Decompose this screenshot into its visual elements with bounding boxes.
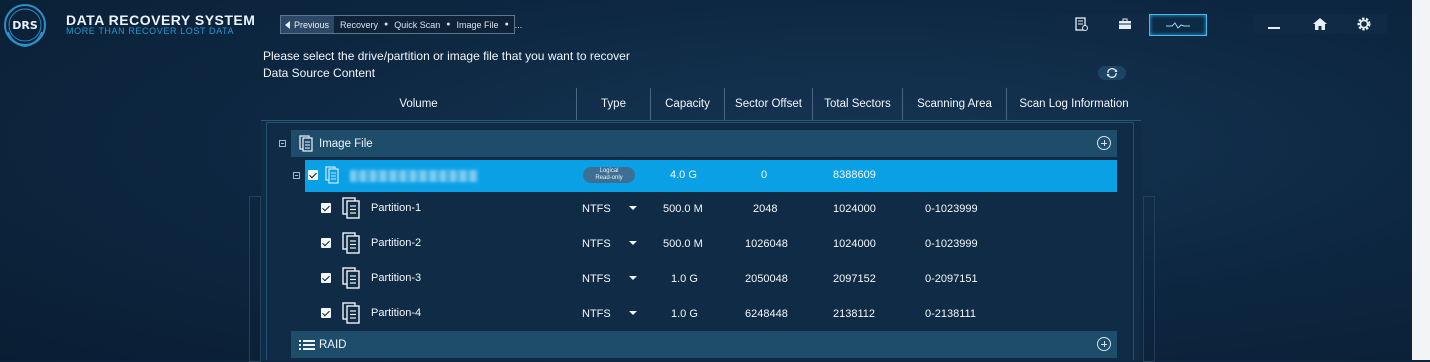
window-edge (1412, 0, 1430, 360)
partition-4-checkbox[interactable] (321, 308, 331, 318)
badge-line2: Read-only (595, 175, 623, 181)
partition-name: Partition-3 (371, 272, 422, 284)
partition-area: 0-1023999 (925, 238, 978, 250)
col-scan-log[interactable]: Scan Log Information (1007, 88, 1141, 120)
section-image-file[interactable]: Image File (291, 130, 1117, 157)
partition-icon (342, 232, 360, 254)
col-total-sectors[interactable]: Total Sectors (813, 88, 903, 120)
minimize-button[interactable] (1262, 14, 1286, 34)
breadcrumb: Previous Recovery ● Quick Scan ● Image F… (280, 15, 522, 34)
right-decor (1143, 196, 1155, 362)
previous-label: Previous (294, 19, 330, 30)
col-scanning-area[interactable]: Scanning Area (903, 88, 1007, 120)
partition-capacity: 1.0 G (671, 308, 698, 320)
image-sector-offset: 0 (761, 169, 768, 181)
breadcrumb-item-more[interactable]: ... (515, 20, 523, 30)
partition-icon (342, 302, 360, 324)
partition-name: Partition-2 (371, 237, 422, 249)
breadcrumb-item-quick-scan[interactable]: Quick Scan (394, 20, 440, 30)
partition-offset: 1026048 (745, 238, 788, 250)
image-total-sectors: 8388609 (833, 169, 876, 181)
partition-1-checkbox[interactable] (321, 203, 331, 213)
home-button[interactable] (1308, 14, 1332, 34)
chevron-down-icon[interactable] (629, 276, 637, 280)
chevron-down-icon[interactable] (629, 311, 637, 315)
section-heading: Data Source Content (263, 66, 376, 80)
partition-offset: 2048 (753, 203, 778, 215)
monitor-button[interactable] (1149, 14, 1207, 36)
partition-area: 0-2138111 (925, 308, 976, 320)
partition-icon (342, 197, 360, 219)
partition-capacity: 1.0 G (671, 273, 698, 285)
partition-type-select[interactable]: NTFS (582, 308, 611, 320)
refresh-icon (1106, 68, 1118, 78)
partition-total: 1024000 (833, 238, 876, 250)
section-image-file-label: Image File (319, 137, 373, 150)
badge-line1: Logical (599, 168, 619, 174)
breadcrumb-separator: ● (384, 21, 389, 28)
minimize-icon (1268, 27, 1280, 29)
partition-total: 2138112 (833, 308, 876, 320)
partition-offset: 2050048 (745, 273, 788, 285)
refresh-button[interactable] (1098, 66, 1126, 80)
col-type[interactable]: Type (577, 88, 651, 120)
section-raid[interactable]: RAID (291, 331, 1117, 358)
gear-icon (1357, 17, 1371, 31)
section-raid-label: RAID (319, 338, 347, 351)
image-filename-redacted (350, 170, 478, 182)
col-sector-offset[interactable]: Sector Offset (725, 88, 813, 120)
col-capacity[interactable]: Capacity (651, 88, 725, 120)
report-button[interactable] (1070, 14, 1092, 34)
partition-type-select[interactable]: NTFS (582, 273, 611, 285)
settings-button[interactable] (1352, 14, 1376, 34)
image-row-checkbox[interactable] (308, 170, 318, 180)
collapse-image-row-toggle[interactable] (293, 172, 300, 179)
home-icon (1313, 18, 1327, 30)
breadcrumb-separator: ● (446, 21, 451, 28)
partition-3-checkbox[interactable] (321, 273, 331, 283)
previous-button[interactable]: Previous (281, 16, 335, 33)
breadcrumb-item-image-file[interactable]: Image File (457, 20, 499, 30)
breadcrumb-item-recovery[interactable]: Recovery (340, 20, 378, 30)
read-only-badge: Logical Read-only (583, 167, 635, 183)
partition-capacity: 500.0 M (663, 203, 703, 215)
col-volume[interactable]: Volume (261, 88, 577, 120)
left-decor (249, 196, 261, 362)
table-header: Volume Type Capacity Sector Offset Total… (261, 88, 1141, 121)
partition-type-select[interactable]: NTFS (582, 203, 611, 215)
add-raid-icon[interactable] (1097, 337, 1111, 351)
image-file-icon (299, 135, 313, 152)
logo-text: DRS (12, 19, 38, 32)
image-icon (325, 166, 339, 184)
partition-total: 1024000 (833, 203, 876, 215)
back-arrow-icon (285, 20, 290, 29)
partition-offset: 6248448 (745, 308, 788, 320)
add-image-file-icon[interactable] (1097, 136, 1111, 150)
partition-type-select[interactable]: NTFS (582, 238, 611, 250)
partition-total: 2097152 (833, 273, 876, 285)
breadcrumb-separator: ● (504, 21, 509, 28)
toolbox-icon (1119, 18, 1131, 29)
chevron-down-icon[interactable] (629, 206, 637, 210)
app-subtitle: MORE THAN RECOVER LOST DATA (66, 26, 235, 36)
partition-area: 0-2097151 (925, 273, 978, 285)
partition-2-checkbox[interactable] (321, 238, 331, 248)
drs-logo-icon: DRS (4, 4, 46, 48)
partition-area: 0-1023999 (925, 203, 978, 215)
toolbox-button[interactable] (1114, 14, 1136, 34)
report-icon (1075, 17, 1088, 31)
chevron-down-icon[interactable] (629, 241, 637, 245)
image-capacity: 4.0 G (670, 169, 697, 181)
partition-name: Partition-4 (371, 307, 422, 319)
partition-capacity: 500.0 M (663, 238, 703, 250)
monitor-icon (1166, 22, 1190, 29)
partition-name: Partition-1 (371, 202, 422, 214)
list-icon (299, 339, 315, 350)
instruction-text: Please select the drive/partition or ima… (263, 49, 630, 63)
collapse-image-file-toggle[interactable] (279, 140, 286, 147)
partition-icon (342, 267, 360, 289)
